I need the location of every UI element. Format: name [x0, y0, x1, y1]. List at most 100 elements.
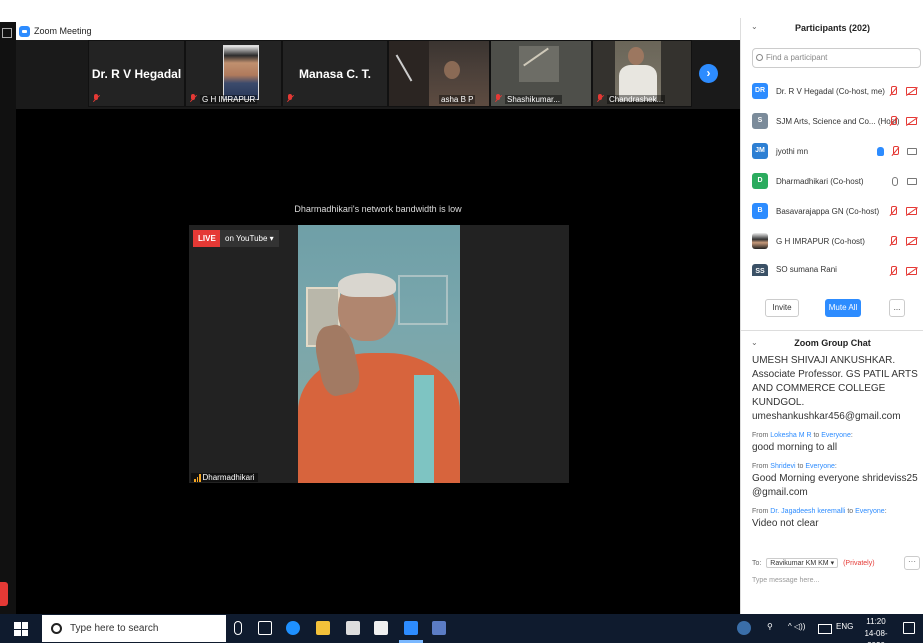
mic-muted-icon[interactable]: [889, 266, 898, 276]
microphone-icon[interactable]: [234, 621, 242, 635]
mute-all-button[interactable]: Mute All: [825, 299, 861, 317]
chevron-down-icon[interactable]: ⌄: [751, 338, 758, 347]
gallery-tile[interactable]: G H IMRAPUR: [185, 40, 282, 107]
language-indicator[interactable]: ENG: [836, 622, 853, 631]
system-clock[interactable]: 11:20 14-08-2020: [856, 616, 896, 643]
camera-off-icon[interactable]: [906, 87, 917, 95]
title-bar: Zoom Meeting: [16, 22, 740, 40]
gallery-tile[interactable]: Chandrashek...: [592, 40, 692, 107]
user-avatar-icon[interactable]: [737, 621, 751, 635]
active-speaker-video[interactable]: LIVE on YouTube ▾ Dharmadhikari: [189, 225, 569, 483]
tile-name: Manasa C. T.: [298, 67, 372, 81]
camera-icon[interactable]: [907, 147, 917, 155]
participant-search-input[interactable]: Find a participant: [752, 48, 921, 68]
chat-more-button[interactable]: ···: [904, 556, 920, 570]
chat-sender[interactable]: Shridevi: [770, 463, 795, 470]
chat-line: UMESH SHIVAJI ANKUSHKAR.: [752, 355, 896, 366]
chat-header: ⌄ Zoom Group Chat: [741, 334, 923, 352]
to-text: to: [795, 463, 806, 470]
more-button[interactable]: ...: [889, 299, 905, 317]
file-explorer-icon[interactable]: [316, 621, 330, 635]
notification-icon[interactable]: [903, 622, 915, 634]
tray-arrows[interactable]: ^ ◁)): [788, 622, 805, 631]
edge-red-tab[interactable]: [0, 582, 8, 606]
participant-row[interactable]: DR Dr. R V Hegadal (Co-host, me): [741, 76, 923, 106]
app-icon[interactable]: [432, 621, 446, 635]
gallery-tile[interactable]: Manasa C. T.: [282, 40, 388, 107]
participant-row[interactable]: G H IMRAPUR (Co-host): [741, 226, 923, 256]
from-prefix: From: [752, 432, 771, 439]
participant-photo: [223, 45, 259, 100]
invite-button[interactable]: Invite: [765, 299, 799, 317]
mic-muted-icon[interactable]: [889, 86, 898, 96]
screen: Zoom Meeting – ▢ × Dr. R V Hegadal G H I…: [0, 0, 923, 643]
chevron-down-icon[interactable]: ⌄: [751, 22, 758, 31]
speaker-name: Dharmadhikari: [202, 473, 255, 482]
mic-muted-icon[interactable]: [889, 236, 898, 246]
chat-messages[interactable]: UMESH SHIVAJI ANKUSHKAR. Associate Profe…: [752, 354, 922, 554]
participant-list: DR Dr. R V Hegadal (Co-host, me) S SJM A…: [741, 76, 923, 224]
participant-name: jyothi mn: [776, 146, 809, 156]
chat-line: good morning to all: [752, 442, 838, 453]
gallery-next-button[interactable]: ›: [699, 64, 718, 83]
speaker-label: Dharmadhikari: [191, 473, 258, 482]
gallery-tile[interactable]: asha B P: [388, 40, 490, 107]
mic-muted-icon[interactable]: [889, 116, 898, 126]
camera-icon[interactable]: [907, 177, 917, 185]
chat-input[interactable]: Type message here...: [752, 577, 819, 584]
live-platform-dropdown[interactable]: on YouTube ▾: [220, 230, 279, 247]
windows-start-icon[interactable]: [14, 622, 28, 636]
mic-muted-icon[interactable]: [889, 206, 898, 216]
mic-muted-icon: [596, 94, 604, 103]
microphone-icon[interactable]: [892, 176, 898, 186]
speaker-hair: [338, 273, 396, 297]
participant-row[interactable]: S SJM Arts, Science and Co... (Host): [741, 106, 923, 136]
window-title: Zoom Meeting: [34, 26, 92, 36]
people-icon[interactable]: ⚲: [767, 622, 773, 631]
participant-name: Dharmadhikari (Co-host): [776, 176, 864, 186]
store-icon[interactable]: [374, 621, 388, 635]
participant-row[interactable]: JM jyothi mn: [741, 136, 923, 166]
participant-list-continued: G H IMRAPUR (Co-host) SS SO sumana Rani: [741, 224, 923, 276]
gallery-tile[interactable]: Dr. R V Hegadal: [88, 40, 185, 107]
chat-line: @gmail.com: [752, 487, 808, 498]
app-icon[interactable]: [346, 621, 360, 635]
live-badge[interactable]: LIVE: [193, 230, 221, 247]
to-text: to: [811, 432, 822, 439]
gallery-tile[interactable]: Shashikumar...: [490, 40, 592, 107]
mic-muted-icon[interactable]: [891, 146, 900, 156]
chat-line: Associate Professor. GS PATIL ARTS: [752, 369, 918, 380]
mic-muted-icon: [189, 94, 197, 103]
recipient-dropdown[interactable]: Ravikumar KM KM ▾: [766, 558, 839, 568]
chat-sender[interactable]: Lokesha M R: [770, 432, 811, 439]
tile-label: Shashikumar...: [505, 95, 562, 104]
participant-name: G H IMRAPUR (Co-host): [776, 236, 865, 246]
camera-off-icon[interactable]: [906, 207, 917, 215]
camera-off-icon[interactable]: [906, 237, 917, 245]
participant-name: Basavarajappa GN (Co-host): [776, 206, 880, 216]
chat-sender[interactable]: Dr. Jagadeesh keremalli: [770, 508, 845, 515]
participant-row[interactable]: D Dharmadhikari (Co-host): [741, 166, 923, 196]
camera-off-icon[interactable]: [906, 117, 917, 125]
taskbar-search-input[interactable]: Type here to search: [42, 615, 226, 642]
edge-browser-icon[interactable]: [286, 621, 300, 635]
zoom-taskbar-icon[interactable]: [404, 621, 418, 635]
avatar: [752, 233, 768, 249]
chat-from: From Shridevi to Everyone:: [752, 462, 922, 472]
keyboard-icon[interactable]: [818, 624, 832, 634]
avatar: S: [752, 113, 768, 129]
side-panel: ⌄ Participants (202) Find a participant …: [740, 18, 923, 614]
chat-line: AND COMMERCE COLLEGE KUNDGOL.: [752, 383, 886, 408]
participant-row[interactable]: SS SO sumana Rani: [741, 256, 923, 276]
task-view-icon[interactable]: [258, 621, 272, 635]
chat-recipient: Everyone: [821, 432, 851, 439]
avatar: D: [752, 173, 768, 189]
camera-off-icon[interactable]: [906, 267, 917, 275]
participant-face: [628, 47, 644, 65]
clock-time: 11:20: [866, 617, 886, 626]
chat-from: From Lokesha M R to Everyone:: [752, 431, 922, 441]
tile-label: Chandrashek...: [607, 95, 666, 104]
participant-name: SO sumana Rani: [776, 265, 837, 274]
chat-title: Zoom Group Chat: [794, 338, 871, 348]
participant-row[interactable]: B Basavarajappa GN (Co-host): [741, 196, 923, 224]
